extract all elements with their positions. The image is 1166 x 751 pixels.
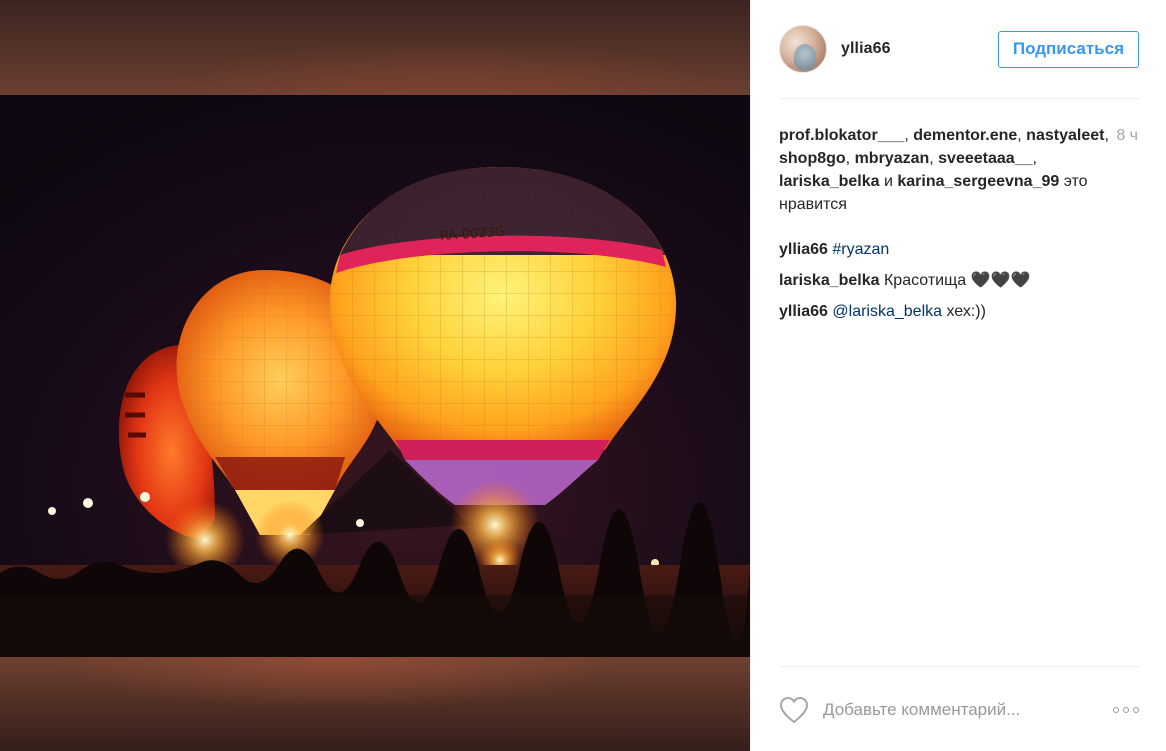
heart-outline-icon[interactable] [779, 696, 809, 724]
liker-link[interactable]: mbryazan [855, 150, 930, 167]
likes-separator: , [1104, 127, 1109, 144]
comment-item: yllia66 @lariska_belka хех:)) [779, 300, 1139, 323]
follow-button[interactable]: Подписаться [997, 30, 1139, 68]
comment-item: lariska_belka Красотища 🖤🖤🖤 [779, 269, 1139, 292]
avatar[interactable] [779, 25, 827, 73]
comment-input[interactable] [823, 695, 1107, 725]
liker-link[interactable]: shop8go [779, 150, 846, 167]
likes-separator: , [904, 127, 914, 144]
divider [779, 666, 1139, 667]
comment-author[interactable]: yllia66 [779, 241, 828, 258]
liker-link[interactable]: karina_sergeevna_99 [897, 173, 1059, 190]
post-info-panel: yllia66 Подписаться prof.blokator___, de… [750, 0, 1166, 751]
username-link[interactable]: yllia66 [841, 40, 891, 58]
instagram-post-view: RA-0023G yllia66 Подписаться prof.blokat… [0, 0, 1166, 751]
photo-area: RA-0023G [0, 0, 750, 751]
liker-link[interactable]: lariska_belka [779, 173, 880, 190]
balloons-night-photo: RA-0023G [0, 95, 750, 657]
likes-separator: , [929, 150, 939, 167]
likes-separator: , [1032, 150, 1037, 167]
comment-author[interactable]: yllia66 [779, 303, 828, 320]
liker-link[interactable]: dementor.ene [913, 127, 1017, 144]
more-dot [1123, 707, 1129, 713]
comment-text: Красотища 🖤🖤🖤 [883, 272, 1031, 289]
comment-bar [779, 690, 1139, 730]
likes-separator: , [1017, 127, 1027, 144]
comment-author[interactable]: lariska_belka [779, 272, 880, 289]
post-header: yllia66 Подписаться [779, 24, 1139, 74]
liker-link[interactable]: prof.blokator___ [779, 127, 904, 144]
more-options-icon[interactable] [1107, 700, 1139, 720]
hashtag-link[interactable]: #ryazan [832, 241, 889, 258]
likes-summary: prof.blokator___, dementor.ene, nastyale… [779, 124, 1109, 216]
comment-item: yllia66 #ryazan [779, 238, 1139, 261]
likes-and: и [879, 173, 898, 190]
comment-text: хех:)) [942, 303, 986, 320]
liker-link[interactable]: nastyaleet [1026, 127, 1104, 144]
post-timestamp[interactable]: 8 ч [1116, 124, 1138, 147]
comments-list: yllia66 #ryazan lariska_belka Красотища … [779, 238, 1139, 331]
more-dot [1133, 707, 1139, 713]
more-dot [1113, 707, 1119, 713]
post-photo[interactable]: RA-0023G [0, 95, 750, 657]
divider [779, 98, 1139, 99]
liker-link[interactable]: sveeetaaa__ [938, 150, 1032, 167]
likes-separator: , [845, 150, 855, 167]
photo-blur-bottom [0, 657, 750, 751]
photo-blur-top [0, 0, 750, 95]
mention-link[interactable]: @lariska_belka [832, 303, 942, 320]
